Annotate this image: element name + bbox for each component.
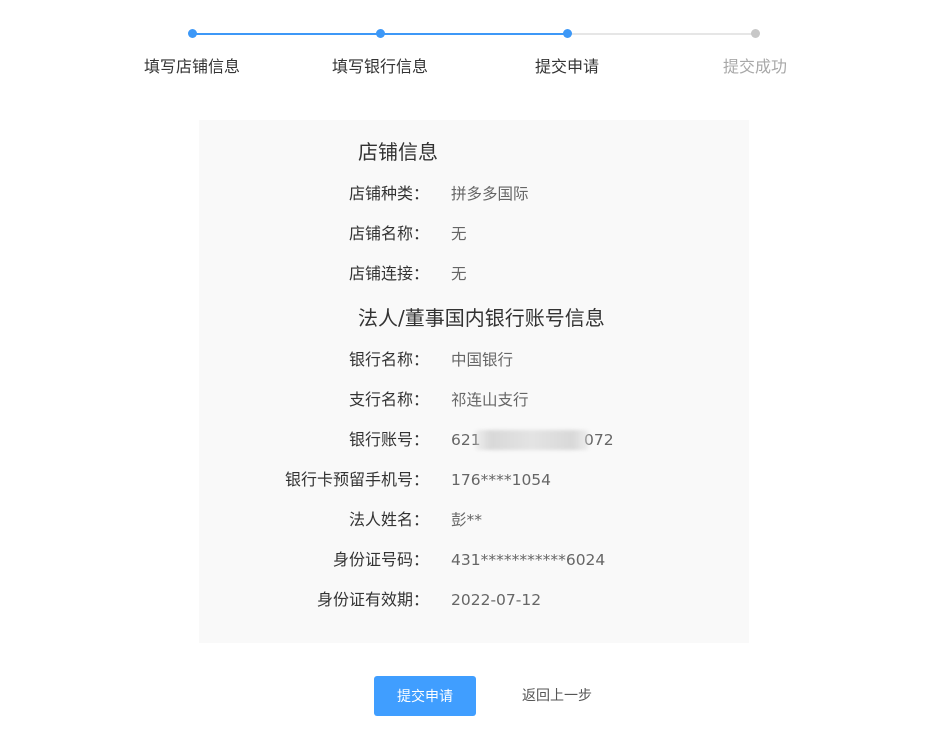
id-number-label: 身份证号码： (332, 550, 429, 569)
step-label-fill-shop-info: 填写店铺信息 (143, 57, 240, 76)
shop-link-value: 无 (451, 265, 467, 283)
id-number-value: 431***********6024 (451, 551, 606, 569)
branch-name-label: 支行名称： (348, 390, 429, 409)
step-connector-3 (567, 33, 755, 35)
reserved-phone-label: 银行卡预留手机号： (284, 470, 429, 489)
bank-account-row: 银行账号： 621 072 (199, 429, 749, 451)
id-expiry-row: 身份证有效期： 2022-07-12 (199, 589, 749, 611)
shop-name-value: 无 (451, 225, 467, 243)
bank-account-redaction-mask (475, 430, 589, 450)
step-dot-4 (750, 29, 760, 38)
progress-stepper: 填写店铺信息 填写银行信息 提交申请 提交成功 (0, 0, 927, 90)
step-label-submit-success: 提交成功 (722, 57, 787, 76)
step-label-submit-application: 提交申请 (534, 57, 599, 76)
shop-name-label: 店铺名称： (348, 224, 429, 243)
id-number-row: 身份证号码： 431***********6024 (199, 549, 749, 571)
application-summary-panel: 店铺信息 店铺种类： 拼多多国际 店铺名称： 无 店铺连接： 无 法人/董事国内… (199, 120, 749, 643)
step-connector-1 (192, 33, 380, 35)
reserved-phone-value: 176****1054 (451, 471, 552, 489)
bank-name-value: 中国银行 (451, 351, 514, 369)
submit-application-button[interactable]: 提交申请 (374, 676, 476, 716)
legal-person-name-label: 法人姓名： (348, 510, 429, 529)
back-to-previous-step-link[interactable]: 返回上一步 (509, 676, 605, 716)
shop-info-section-title: 店铺信息 (358, 140, 438, 164)
shop-type-row: 店铺种类： 拼多多国际 (199, 183, 749, 205)
shop-name-row: 店铺名称： 无 (199, 223, 749, 245)
legal-person-name-row: 法人姓名： 彭** (199, 509, 749, 531)
id-expiry-value: 2022-07-12 (451, 591, 542, 609)
bank-info-section-title: 法人/董事国内银行账号信息 (358, 306, 605, 330)
bank-name-row: 银行名称： 中国银行 (199, 349, 749, 371)
shop-link-label: 店铺连接： (348, 264, 429, 283)
branch-name-row: 支行名称： 祁连山支行 (199, 389, 749, 411)
id-expiry-label: 身份证有效期： (316, 590, 429, 609)
bank-account-label: 银行账号： (348, 430, 429, 449)
reserved-phone-row: 银行卡预留手机号： 176****1054 (199, 469, 749, 491)
legal-person-name-value: 彭** (451, 511, 483, 529)
step-connector-2 (380, 33, 567, 35)
step-dot-1 (187, 29, 197, 38)
step-dot-2 (375, 29, 385, 38)
shop-type-label: 店铺种类： (348, 184, 429, 203)
step-label-fill-bank-info: 填写银行信息 (331, 57, 428, 76)
bank-name-label: 银行名称： (348, 350, 429, 369)
shop-link-row: 店铺连接： 无 (199, 263, 749, 285)
step-dot-3 (562, 29, 572, 38)
shop-type-value: 拼多多国际 (451, 185, 529, 203)
branch-name-value: 祁连山支行 (451, 391, 529, 409)
